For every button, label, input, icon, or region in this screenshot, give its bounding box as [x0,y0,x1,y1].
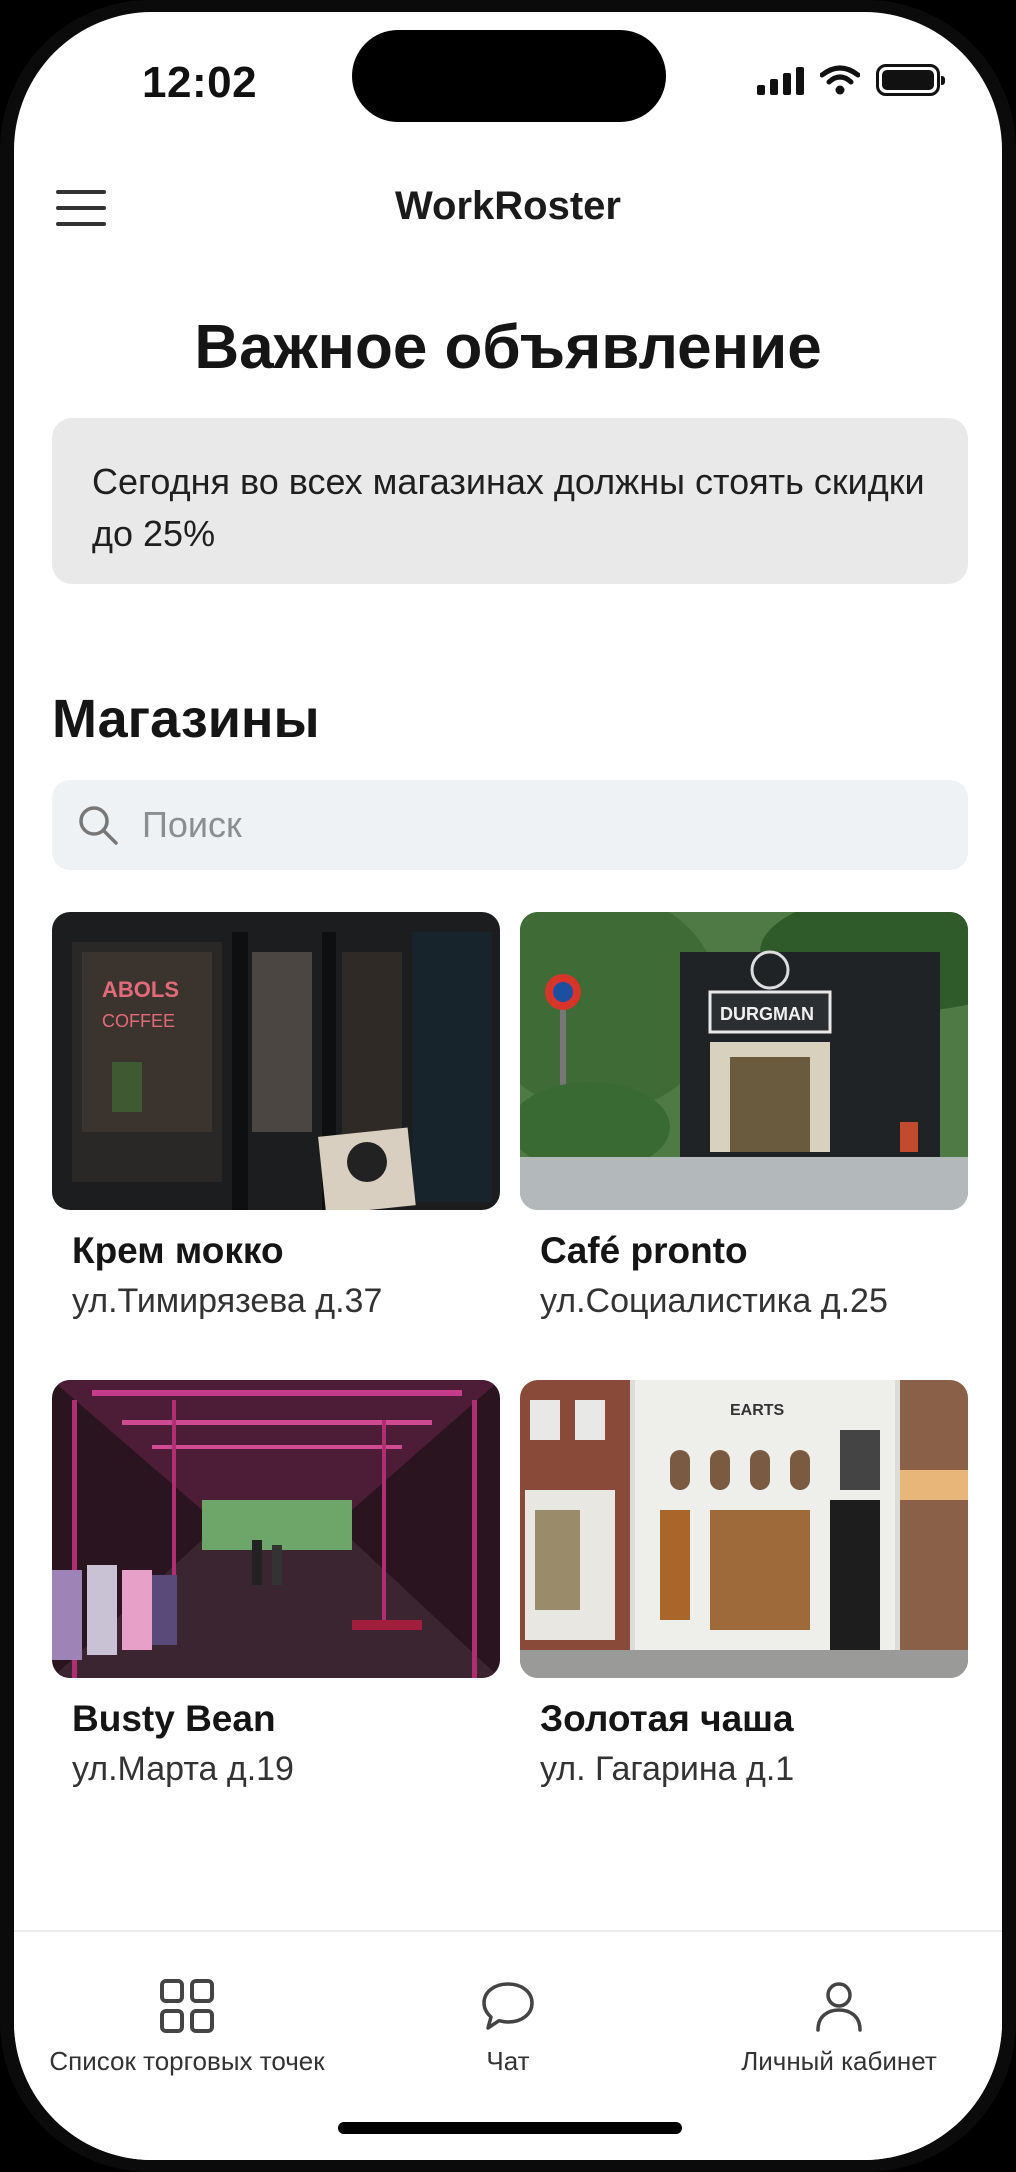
announcement-title: Важное объявление [194,313,822,382]
nav-item-chat[interactable]: Чат [438,1978,578,2077]
store-image[interactable]: DURGMAN [520,912,968,1210]
store-card[interactable]: ABOLS COFFEE Крем мокко ул.Тимирязева д.… [52,912,500,1321]
announcement-card: Сегодня во всех магазинах должны стоять … [52,418,968,584]
store-photo: ABOLS COFFEE [52,912,500,1210]
grid-icon [160,1979,214,2033]
svg-text:EARTS: EARTS [730,1402,785,1419]
store-photo [52,1380,500,1678]
store-image[interactable]: ABOLS COFFEE [52,912,500,1210]
store-address: ул.Социалистика д.25 [540,1282,888,1320]
store-address: ул.Тимирязева д.37 [72,1282,383,1320]
store-address: ул. Гагарина д.1 [540,1750,795,1788]
wifi-icon [820,65,860,95]
svg-text:DURGMAN: DURGMAN [720,1004,814,1024]
status-icons [757,64,945,96]
store-image[interactable] [52,1380,500,1678]
store-name: Золотая чаша [540,1698,794,1739]
stores-section-title: Магазины [52,689,320,749]
user-icon [816,1982,862,2032]
app-title: WorkRoster [395,184,621,228]
home-indicator[interactable] [338,2122,682,2134]
store-card[interactable]: Busty Bean ул.Марта д.19 [52,1380,500,1789]
store-name: Busty Bean [72,1698,276,1739]
svg-text:ABOLS: ABOLS [102,977,179,1002]
announcement-text: Сегодня во всех магазинах должны стоять … [92,461,925,554]
nav-item-profile[interactable]: Личный кабинет [704,1978,974,2077]
cellular-signal-icon [757,65,804,95]
store-address: ул.Марта д.19 [72,1750,294,1788]
svg-text:COFFEE: COFFEE [102,1011,175,1031]
dynamic-island [352,30,666,122]
nav-item-store-list[interactable]: Список торговых точек [32,1978,342,2077]
store-photo: EARTS [520,1380,968,1678]
store-name: Café pronto [540,1230,748,1271]
app-screen: 12:02 WorkRoster Важное объявление Сегод… [14,12,1002,2160]
store-image[interactable]: EARTS [520,1380,968,1678]
store-card[interactable]: DURGMAN Café pronto ул.Социалистика д.25 [520,912,968,1321]
store-name: Крем мокко [72,1230,284,1271]
nav-label: Список торговых точек [49,2046,325,2076]
nav-label: Чат [486,2046,530,2076]
bottom-navigation: Список торговых точек Чат Личный кабинет [14,1930,1002,2160]
nav-label: Личный кабинет [741,2046,937,2076]
status-time: 12:02 [142,58,258,107]
phone-frame: 12:02 WorkRoster Важное объявление Сегод… [0,0,1016,2172]
search-icon [79,806,118,845]
chat-bubble-icon [482,1982,534,2030]
search-input[interactable] [140,803,900,847]
search-box[interactable] [52,780,968,870]
store-photo: DURGMAN [520,912,968,1210]
battery-icon [876,64,945,96]
store-card[interactable]: EARTS Золотая чаша ул. Гагарина д.1 [520,1380,968,1789]
